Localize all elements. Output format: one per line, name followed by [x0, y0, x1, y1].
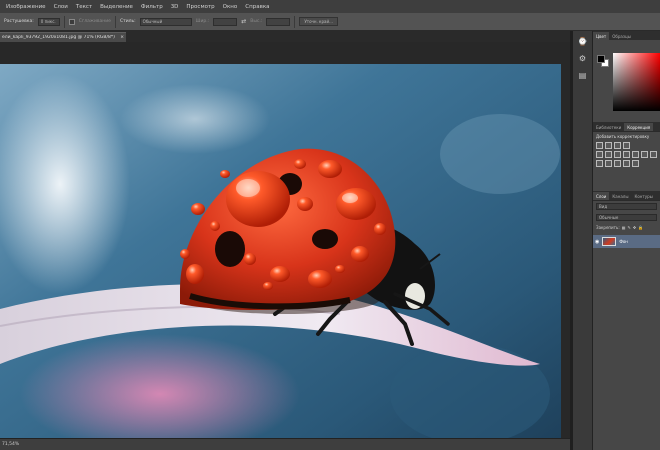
lock-brush-icon[interactable]: ✎: [627, 225, 630, 230]
tab-paths[interactable]: Контуры: [631, 192, 655, 200]
menu-3d[interactable]: 3D: [167, 4, 183, 10]
feather-input[interactable]: 0 пикс.: [37, 17, 60, 26]
options-separator: [294, 15, 296, 28]
layer-name: Фон: [619, 239, 628, 244]
lock-label: Закрепить:: [596, 225, 620, 230]
options-separator: [114, 15, 116, 28]
swap-dimensions-icon[interactable]: ⇄: [241, 18, 246, 25]
adjustments-panel-tabs: Библиотеки Коррекция: [593, 122, 660, 131]
document-image[interactable]: [0, 64, 561, 450]
menu-filter[interactable]: Фильтр: [137, 4, 167, 10]
properties-icon[interactable]: ⚙: [577, 53, 589, 65]
history-icon[interactable]: ⌚: [577, 36, 589, 48]
levels-icon[interactable]: [605, 142, 612, 149]
adjustments-row: [593, 141, 660, 150]
menu-view[interactable]: Просмотр: [182, 4, 218, 10]
menu-image[interactable]: Изображение: [2, 4, 50, 10]
curves-icon[interactable]: [614, 142, 621, 149]
lock-icon[interactable]: 🔒: [638, 225, 643, 230]
layers-panel-tabs: Слои Каналы Контуры: [593, 191, 660, 200]
tab-adjustments[interactable]: Коррекция: [624, 123, 654, 131]
color-spectrum[interactable]: [613, 53, 660, 111]
document-tab-bar: ели_kapli_93792_1920x1081.jpg @ 71% (RGB…: [0, 31, 570, 42]
layer-thumbnail: [602, 237, 617, 246]
lock-transparent-icon[interactable]: ▦: [622, 225, 626, 230]
adjustments-panel: Добавить корректировку: [593, 131, 660, 191]
feather-label: Растушевка:: [4, 19, 34, 24]
menu-select[interactable]: Выделение: [96, 4, 137, 10]
antialias-label: Сглаживание: [78, 19, 111, 24]
layers-panel: Вид Обычные Закрепить: ▦ ✎ ✥ 🔒 ◉ Фон: [593, 200, 660, 450]
menu-layers[interactable]: Слои: [50, 4, 72, 10]
selective-color-icon[interactable]: [632, 160, 639, 167]
options-bar: Растушевка: 0 пикс. Сглаживание Стиль: О…: [0, 13, 660, 31]
menu-help[interactable]: Справка: [241, 4, 273, 10]
menu-type[interactable]: Текст: [72, 4, 96, 10]
tab-layers[interactable]: Слои: [593, 192, 610, 200]
blend-mode-select[interactable]: Обычные: [596, 214, 657, 221]
adjustments-title: Добавить корректировку: [596, 134, 650, 139]
tab-color[interactable]: Цвет: [593, 32, 610, 40]
tab-swatches[interactable]: Образцы: [609, 32, 634, 40]
threshold-icon[interactable]: [614, 160, 621, 167]
options-separator: [63, 15, 65, 28]
color-lookup-icon[interactable]: [650, 151, 657, 158]
channel-mixer-icon[interactable]: [641, 151, 648, 158]
vibrance-icon[interactable]: [596, 151, 603, 158]
document-tab-title: ели_kapli_93792_1920x1081.jpg @ 71% (RGB…: [2, 35, 115, 40]
adjustments-row: [593, 159, 660, 168]
foreground-color-swatch[interactable]: [597, 55, 605, 63]
brightness-contrast-icon[interactable]: [596, 142, 603, 149]
refine-edge-button[interactable]: Уточн. край...: [299, 17, 338, 26]
width-input[interactable]: [213, 17, 238, 26]
color-panel: [593, 40, 660, 122]
blend-mode-row: Обычные: [593, 212, 660, 223]
invert-icon[interactable]: [596, 160, 603, 167]
close-tab-icon[interactable]: ×: [120, 35, 124, 40]
antialias-checkbox[interactable]: [68, 18, 75, 25]
black-white-icon[interactable]: [623, 151, 630, 158]
document-tab[interactable]: ели_kapli_93792_1920x1081.jpg @ 71% (RGB…: [0, 32, 126, 42]
status-bar: 71,54%: [0, 438, 570, 450]
color-panel-tabs: Цвет Образцы: [593, 31, 660, 40]
ladybug-photo: [0, 64, 561, 450]
layer-filter-row: Вид: [593, 201, 660, 212]
exposure-icon[interactable]: [623, 142, 630, 149]
panel-icon-strip: ⌚ ⚙ ▤: [573, 31, 593, 450]
right-panels: Цвет Образцы Библиотеки Коррекция Добави…: [593, 31, 660, 450]
height-label: Выс.:: [250, 19, 263, 24]
style-label: Стиль:: [119, 19, 136, 24]
layer-filter-select[interactable]: Вид: [596, 203, 657, 210]
posterize-icon[interactable]: [605, 160, 612, 167]
hue-saturation-icon[interactable]: [605, 151, 612, 158]
width-label: Шир.:: [195, 19, 210, 24]
photo-filter-icon[interactable]: [632, 151, 639, 158]
height-input[interactable]: [266, 17, 291, 26]
tab-libraries[interactable]: Библиотеки: [593, 123, 624, 131]
gradient-map-icon[interactable]: [623, 160, 630, 167]
style-select[interactable]: Обычный: [139, 17, 192, 26]
menu-window[interactable]: Окно: [219, 4, 242, 10]
layer-row-background[interactable]: ◉ Фон: [593, 235, 660, 248]
tab-channels[interactable]: Каналы: [609, 192, 631, 200]
menu-bar: Изображение Слои Текст Выделение Фильтр …: [0, 0, 660, 13]
adjustments-row: [593, 150, 660, 159]
adjustments-icon[interactable]: ▤: [577, 70, 589, 82]
canvas-area[interactable]: [0, 42, 570, 450]
zoom-level[interactable]: 71,54%: [2, 442, 19, 447]
lock-move-icon[interactable]: ✥: [633, 225, 636, 230]
lock-row: Закрепить: ▦ ✎ ✥ 🔒: [593, 223, 660, 232]
visibility-eye-icon[interactable]: ◉: [595, 239, 599, 245]
color-balance-icon[interactable]: [614, 151, 621, 158]
